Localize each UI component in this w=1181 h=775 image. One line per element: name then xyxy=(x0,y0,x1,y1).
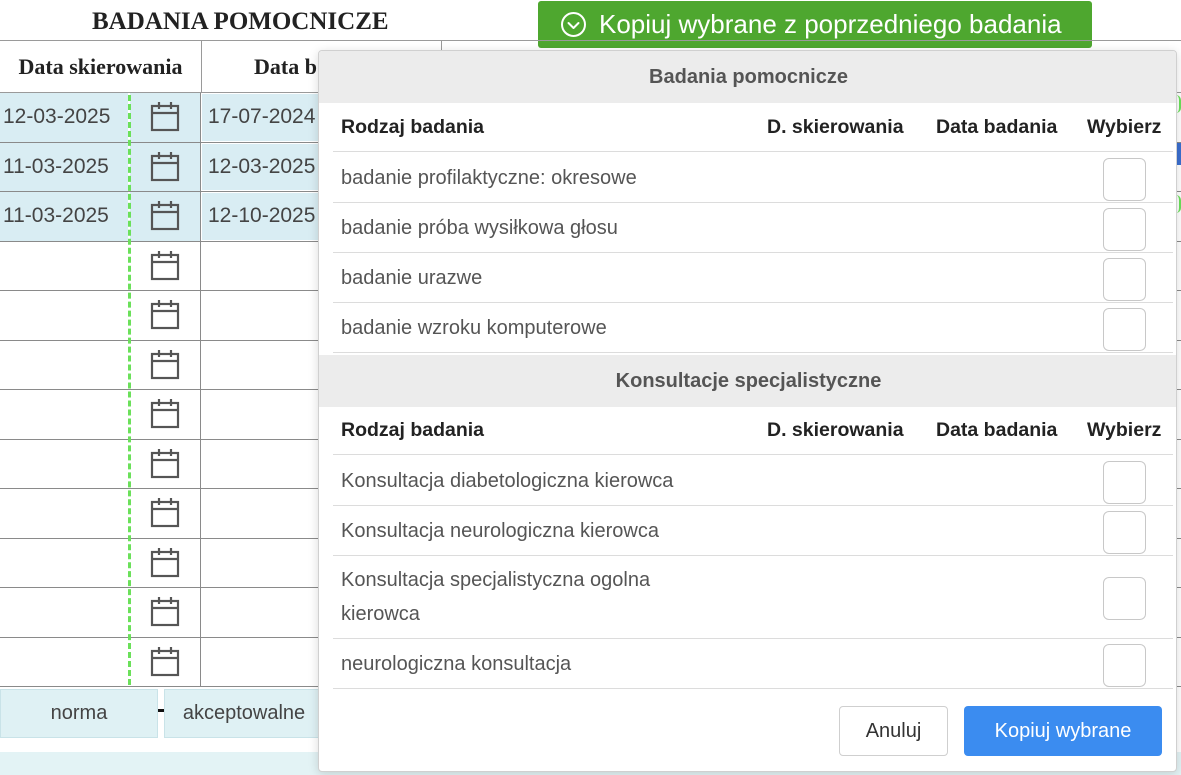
referral-date-cell[interactable] xyxy=(0,440,128,489)
col-referral-header: D. skierowania xyxy=(767,115,904,138)
dashed-divider xyxy=(128,95,131,685)
calendar-icon[interactable] xyxy=(130,291,201,340)
referral-date-cell[interactable]: 11-03-2025 xyxy=(0,192,128,241)
referral-date-cell[interactable] xyxy=(0,588,128,637)
exam-name: neurologiczna konsultacja xyxy=(341,652,572,675)
referral-date-cell[interactable]: 12-03-2025 xyxy=(0,93,128,142)
col-referral-header: D. skierowania xyxy=(767,418,904,441)
page-title: BADANIA POMOCNICZE xyxy=(92,8,389,35)
section-title: Badania pomocnicze xyxy=(319,51,1176,103)
select-checkbox[interactable] xyxy=(1103,461,1146,504)
select-checkbox[interactable] xyxy=(1103,308,1146,351)
calendar-icon[interactable] xyxy=(130,588,201,637)
calendar-icon[interactable] xyxy=(130,538,201,587)
list-item: badanie wzroku komputerowe xyxy=(333,303,1173,353)
select-checkbox[interactable] xyxy=(1103,208,1146,251)
col-date-header: Data badania xyxy=(936,115,1058,138)
exam-name: Konsultacja neurologiczna kierowca xyxy=(341,519,659,542)
calendar-icon[interactable] xyxy=(130,340,201,389)
list-item: Konsultacja diabetologiczna kierowca xyxy=(333,456,1173,506)
list-item: Konsultacja neurologiczna kierowca xyxy=(333,506,1173,556)
calendar-icon[interactable] xyxy=(130,192,201,241)
section-column-headers: Rodzaj badania D. skierowania Data badania… xyxy=(333,406,1173,455)
legend-akceptowalne: akceptowalne xyxy=(164,689,324,738)
calendar-icon[interactable] xyxy=(130,489,201,538)
section-column-headers: Rodzaj badania D. skierowania Data badania… xyxy=(333,103,1173,152)
legend-norma: norma xyxy=(0,689,158,738)
referral-date-cell[interactable]: 11-03-2025 xyxy=(0,142,128,191)
referral-date-cell[interactable] xyxy=(0,539,128,588)
col-referral-date-header: Data skierowania xyxy=(0,41,202,93)
list-item: badanie próba wysiłkowa głosu xyxy=(333,203,1173,253)
calendar-icon[interactable] xyxy=(130,637,201,686)
copy-selected-button[interactable]: Kopiuj wybrane xyxy=(964,706,1162,756)
select-checkbox[interactable] xyxy=(1103,158,1146,201)
list-item: neurologiczna konsultacja xyxy=(333,639,1173,689)
exam-name: badanie wzroku komputerowe xyxy=(341,316,607,339)
col-select-header: Wybierz xyxy=(1087,115,1162,138)
calendar-icon[interactable] xyxy=(130,142,201,191)
copy-exams-dialog: Badania pomocnicze Rodzaj badania D. skier… xyxy=(318,50,1177,772)
calendar-icon[interactable] xyxy=(130,93,201,142)
exam-name: badanie próba wysiłkowa głosu xyxy=(341,216,618,239)
cancel-button[interactable]: Anuluj xyxy=(839,706,948,756)
exam-name: badanie urazwe xyxy=(341,266,483,289)
exam-name: Konsultacja diabetologiczna kierowca xyxy=(341,469,674,492)
referral-date-cell[interactable] xyxy=(0,341,128,390)
referral-date-cell[interactable] xyxy=(0,638,128,687)
calendar-icon[interactable] xyxy=(130,390,201,439)
section-title: Konsultacje specjalistyczne xyxy=(319,355,1176,407)
select-checkbox[interactable] xyxy=(1103,511,1146,554)
calendar-icon[interactable] xyxy=(130,241,201,290)
list-item: badanie urazwe xyxy=(333,253,1173,303)
check-circle-icon xyxy=(560,11,587,38)
select-checkbox[interactable] xyxy=(1103,644,1146,687)
copy-previous-label: Kopiuj wybrane z poprzedniego badania xyxy=(599,9,1062,39)
select-checkbox[interactable] xyxy=(1103,577,1146,620)
referral-date-cell[interactable] xyxy=(0,390,128,439)
referral-date-cell[interactable] xyxy=(0,242,128,291)
list-item: badanie profilaktyczne: okresowe xyxy=(333,153,1173,203)
exam-name: badanie profilaktyczne: okresowe xyxy=(341,166,637,189)
referral-date-cell[interactable] xyxy=(0,291,128,340)
referral-date-cell[interactable] xyxy=(0,489,128,538)
exam-name: Konsultacja specjalistyczna ogolna kiero… xyxy=(341,569,651,625)
select-checkbox[interactable] xyxy=(1103,258,1146,301)
col-select-header: Wybierz xyxy=(1087,418,1162,441)
calendar-icon[interactable] xyxy=(130,439,201,488)
list-item: Konsultacja specjalistyczna ogolna kiero… xyxy=(333,556,1173,639)
col-type-header: Rodzaj badania xyxy=(341,115,485,138)
col-type-header: Rodzaj badania xyxy=(341,418,485,441)
col-date-header: Data badania xyxy=(936,418,1058,441)
